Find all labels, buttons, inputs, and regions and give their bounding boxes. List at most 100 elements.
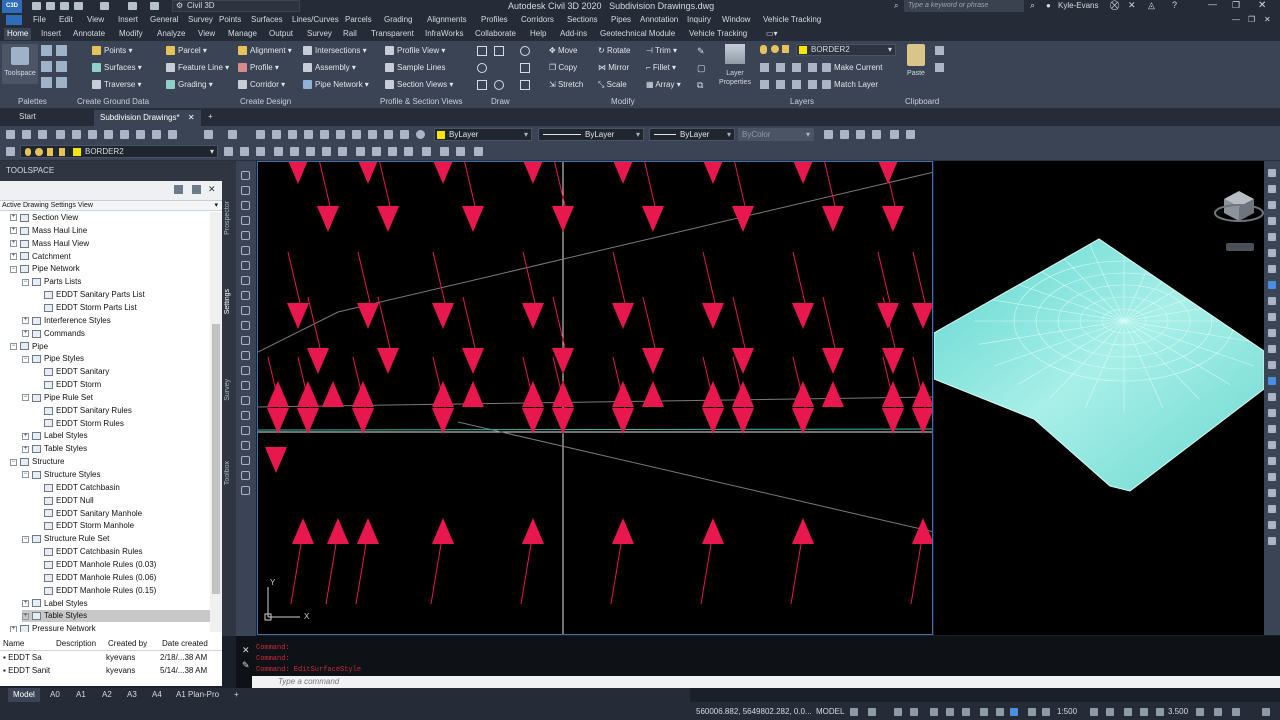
doc-close-icon[interactable]: ✕ [1264, 15, 1271, 24]
tree-toggle-icon[interactable]: − [10, 342, 17, 350]
layer-tool-1[interactable] [760, 63, 769, 72]
minimize-icon[interactable]: — [1208, 0, 1217, 9]
nav-tool-icon[interactable] [1268, 425, 1276, 433]
tree-toggle-icon[interactable]: + [10, 214, 17, 222]
list-row[interactable]: ▪ EDDT Sanit kyevans 5/14/...38 AM [0, 665, 222, 677]
tree-item[interactable]: + Interference Styles [22, 315, 210, 327]
tree-item[interactable]: − Pipe Styles [22, 353, 210, 365]
nav-tool-icon[interactable] [1268, 265, 1276, 273]
tree-toggle-icon[interactable]: − [22, 355, 29, 363]
isodraft-icon[interactable] [930, 708, 938, 716]
help-search-input[interactable]: Type a keyword or phrase [904, 0, 1024, 12]
design-center-icon[interactable] [336, 130, 345, 139]
nav-tool-icon[interactable] [1268, 521, 1276, 529]
nav-tool-icon[interactable] [1268, 393, 1276, 401]
menu-survey[interactable]: Survey [188, 15, 213, 24]
tree-toggle-icon[interactable]: + [22, 317, 29, 325]
tab-transparent[interactable]: Transparent [371, 29, 414, 38]
annotation-monitor-icon[interactable] [1106, 708, 1114, 716]
zoom-window-icon[interactable] [288, 130, 297, 139]
panel-clipboard[interactable]: Clipboard [905, 97, 939, 106]
tree-item[interactable]: EDDT Manhole Rules (0.06) [34, 572, 210, 584]
layer-tool-8[interactable] [808, 80, 817, 89]
tab-help[interactable]: Help [530, 29, 546, 38]
doc-restore-icon[interactable]: ❐ [1248, 15, 1255, 24]
tree-item[interactable]: − Pipe Network [10, 263, 210, 275]
transparency-icon[interactable] [996, 708, 1004, 716]
menu-vehicle-tracking[interactable]: Vehicle Tracking [763, 15, 821, 24]
menu-edit[interactable]: Edit [59, 15, 73, 24]
tree-item[interactable]: EDDT Null [34, 495, 210, 507]
tab-subdivision-drawings[interactable]: Subdivision Drawings* ✕ [94, 110, 201, 126]
undo-icon[interactable] [128, 2, 137, 10]
menu-alignments[interactable]: Alignments [427, 15, 467, 24]
tb-extra-6[interactable] [906, 130, 915, 139]
qcopy-icon[interactable] [120, 130, 129, 139]
viewcube[interactable] [1214, 191, 1264, 251]
workspace-selector[interactable]: ⚙ Civil 3D [172, 0, 300, 12]
draw-tool-icon[interactable] [241, 186, 250, 195]
line-icon[interactable] [477, 46, 487, 56]
user-name[interactable]: Kyle-Evans [1058, 1, 1098, 10]
cmd-settings-icon[interactable]: ✎ [242, 660, 250, 671]
tool-palettes-icon[interactable] [352, 130, 361, 139]
tree-toggle-icon[interactable]: + [10, 252, 17, 260]
new-icon[interactable] [32, 2, 41, 10]
nav-tool-icon[interactable] [1268, 377, 1276, 385]
tab-a2[interactable]: A2 [102, 690, 112, 699]
tab-home[interactable]: Home [4, 28, 32, 40]
tb2-icon-6[interactable] [306, 147, 315, 156]
osnap-track-icon[interactable] [946, 708, 954, 716]
close-icon[interactable]: ✕ [1258, 0, 1266, 11]
nav-tool-icon[interactable] [1268, 409, 1276, 417]
draw-tool-icon[interactable] [241, 321, 250, 330]
tab-infraworks[interactable]: InfraWorks [425, 29, 464, 38]
tree-item[interactable]: EDDT Storm Rules [34, 418, 210, 430]
tab-prospector[interactable]: Prospector [224, 201, 231, 235]
properties-icon[interactable] [320, 130, 329, 139]
mirror-button[interactable]: ⋈ Mirror [598, 63, 629, 72]
nav-tool-icon[interactable] [1268, 201, 1276, 209]
draw-tool-icon[interactable] [241, 486, 250, 495]
menu-general[interactable]: General [150, 15, 178, 24]
model-space-toggle[interactable]: MODEL [816, 707, 844, 716]
offset-icon[interactable]: ⧉ [697, 80, 703, 91]
3d-viewport[interactable] [934, 161, 1264, 635]
redo-icon[interactable] [150, 2, 159, 10]
tb-extra-2[interactable] [840, 130, 849, 139]
tab-survey[interactable]: Survey [224, 379, 231, 401]
panel-layers[interactable]: Layers [790, 97, 814, 106]
ts-close-icon[interactable]: ✕ [208, 184, 216, 195]
traverse-button[interactable]: Traverse ▾ [92, 80, 142, 90]
polar-icon[interactable] [910, 708, 918, 716]
menu-corridors[interactable]: Corridors [521, 15, 554, 24]
nav-tool-icon[interactable] [1268, 185, 1276, 193]
tab-start[interactable]: Start [19, 112, 36, 121]
col-date-created[interactable]: Date created [162, 639, 208, 648]
tree-item[interactable]: EDDT Catchbasin Rules [34, 546, 210, 558]
nav-tool-icon[interactable] [1268, 217, 1276, 225]
menu-pipes[interactable]: Pipes [611, 15, 631, 24]
tree-item[interactable]: EDDT Manhole Rules (0.03) [34, 559, 210, 571]
tab-a4[interactable]: A4 [152, 690, 162, 699]
trim-button[interactable]: ⊣ Trim ▾ [646, 46, 677, 55]
panel-draw[interactable]: Draw [491, 97, 510, 106]
tab-geotechnical[interactable]: Geotechnical Module [600, 29, 675, 38]
polyline-icon[interactable] [494, 46, 504, 56]
tb2-icon-15[interactable] [456, 147, 465, 156]
tab-survey[interactable]: Survey [307, 29, 332, 38]
tree-item[interactable]: EDDT Manhole Rules (0.15) [34, 585, 210, 597]
search-icon[interactable]: ⌕ [1030, 0, 1035, 11]
tb2-icon-2[interactable] [240, 147, 249, 156]
tree-item[interactable]: EDDT Sanitary Rules [34, 405, 210, 417]
tb2-icon-13[interactable] [422, 147, 431, 156]
doc-minimize-icon[interactable]: — [1232, 15, 1240, 24]
draw-tool-icon[interactable] [241, 336, 250, 345]
rotate-button[interactable]: ↻ Rotate [598, 46, 631, 55]
plotstyle-dropdown[interactable]: ByColor [738, 128, 814, 141]
panel-profile-section-views[interactable]: Profile & Section Views [380, 97, 463, 106]
match-layer-button[interactable]: Match Layer [822, 80, 878, 90]
palette-icon-1[interactable] [41, 45, 52, 56]
tab-insert[interactable]: Insert [41, 29, 61, 38]
tree-item[interactable]: + Label Styles [22, 430, 210, 442]
